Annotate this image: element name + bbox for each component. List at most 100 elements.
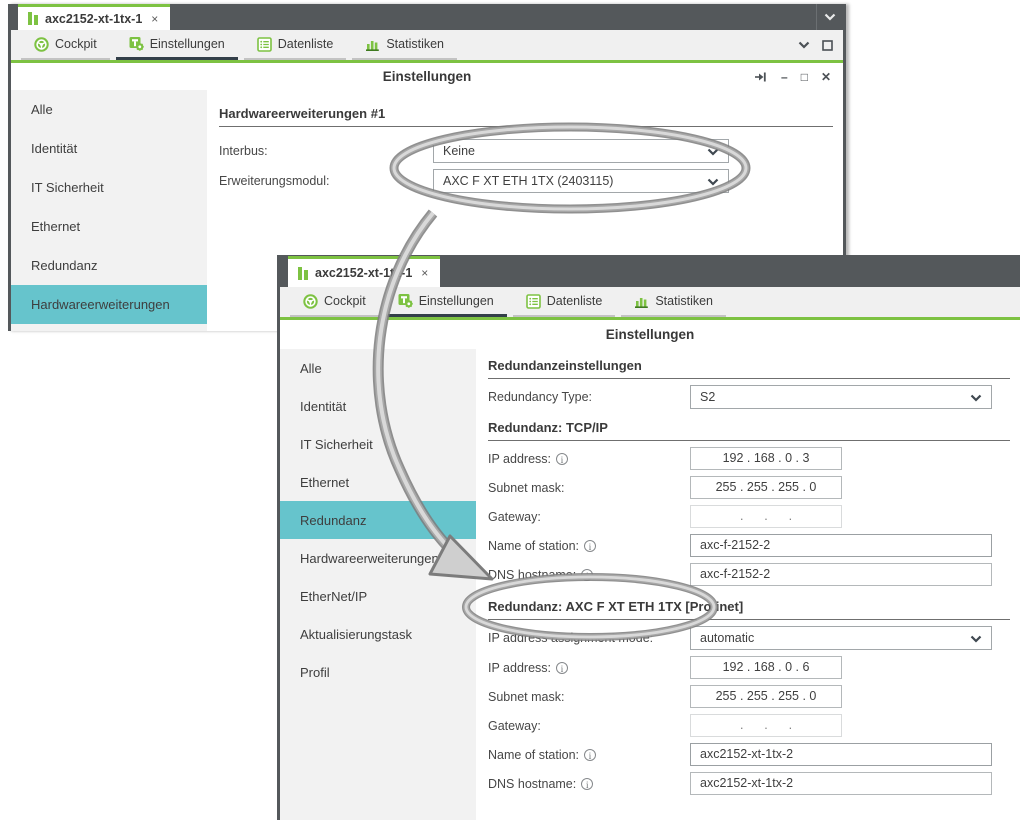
chevron-down-icon xyxy=(707,178,719,186)
tab-einstellungen-label: Einstellungen xyxy=(150,37,225,51)
tab-datenliste[interactable]: Datenliste xyxy=(244,30,347,60)
name-of-station-field[interactable]: axc-f-2152-2 xyxy=(690,534,992,557)
field-label: DNS hostname: xyxy=(488,777,576,791)
maximize-icon[interactable]: □ xyxy=(801,71,808,83)
select-value: S2 xyxy=(700,390,715,404)
dns-hostname-field[interactable]: axc-f-2152-2 xyxy=(690,563,992,586)
field-row-redundancy-type: Redundancy Type: S2 xyxy=(488,385,1010,409)
gateway-field[interactable]: . . . xyxy=(690,505,842,528)
tab-cockpit[interactable]: Cockpit xyxy=(21,30,110,60)
sidebar-item-ethernet-ip[interactable]: EtherNet/IP xyxy=(280,577,476,615)
select-value: automatic xyxy=(700,631,754,645)
info-icon[interactable]: i xyxy=(584,749,596,761)
close-icon[interactable]: ✕ xyxy=(821,71,831,83)
sidebar-item-hardwareerweiterungen[interactable]: Hardwareerweiterungen xyxy=(11,285,207,324)
sidebar-item-redundanz[interactable]: Redundanz xyxy=(11,246,207,285)
subnet-mask-field[interactable]: 255 . 255 . 255 . 0 xyxy=(690,685,842,708)
section-heading-redundanzeinstellungen: Redundanzeinstellungen xyxy=(488,358,1010,379)
field-label: Gateway: xyxy=(488,719,690,733)
tab-einstellungen[interactable]: Einstellungen xyxy=(385,287,507,317)
tab-strip: axc2152-xt-1tx-1 × xyxy=(280,255,1020,287)
field-row-ip-address: IP address: i 192 . 168 . 0 . 3 xyxy=(488,447,1010,470)
chevron-down-icon xyxy=(970,394,982,402)
panel-title: Einstellungen xyxy=(383,69,472,84)
panel-title: Einstellungen xyxy=(606,327,695,342)
ip-address-field[interactable]: 192 . 168 . 0 . 3 xyxy=(690,447,842,470)
sidebar-item-ethernet[interactable]: Ethernet xyxy=(11,207,207,246)
sidebar-item-alle[interactable]: Alle xyxy=(280,349,476,387)
sidebar-item-aktualisierungstask[interactable]: Aktualisierungstask xyxy=(280,615,476,653)
field-label: IP address: xyxy=(488,661,551,675)
erweiterungsmodul-select[interactable]: AXC F XT ETH 1TX (2403115) xyxy=(433,169,729,193)
sidebar-item-hardwareerweiterungen[interactable]: Hardwareerweiterungen xyxy=(280,539,476,577)
tab-statistiken[interactable]: Statistiken xyxy=(621,287,726,317)
redundancy-type-select[interactable]: S2 xyxy=(690,385,992,409)
sidebar-item-identitaet[interactable]: Identität xyxy=(280,387,476,425)
tab-list-chevron-button[interactable] xyxy=(816,4,843,30)
sidebar-item-alle[interactable]: Alle xyxy=(11,90,207,129)
field-label: Name of station: xyxy=(488,539,579,553)
settings-icon xyxy=(398,293,413,308)
tab-statistiken-label: Statistiken xyxy=(655,294,713,308)
info-icon[interactable]: i xyxy=(556,662,568,674)
info-icon[interactable]: i xyxy=(584,540,596,552)
sidebar-item-identitaet[interactable]: Identität xyxy=(11,129,207,168)
info-icon[interactable]: i xyxy=(581,778,593,790)
device-icon xyxy=(298,267,308,280)
info-icon[interactable]: i xyxy=(556,453,568,465)
select-value: Keine xyxy=(443,144,475,158)
field-label: Subnet mask: xyxy=(488,481,690,495)
tab-datenliste[interactable]: Datenliste xyxy=(513,287,616,317)
field-row-ip-address: IP address: i 192 . 168 . 0 . 6 xyxy=(488,656,1010,679)
chevron-down-icon xyxy=(970,635,982,643)
field-row-ip-assignment-mode: IP address assignment mode: automatic xyxy=(488,626,1010,650)
device-tab[interactable]: axc2152-xt-1tx-1 × xyxy=(288,256,440,287)
device-tab-label: axc2152-xt-1tx-1 xyxy=(315,266,412,280)
device-tab-label: axc2152-xt-1tx-1 xyxy=(45,12,142,26)
ip-assignment-mode-select[interactable]: automatic xyxy=(690,626,992,650)
tab-cockpit[interactable]: Cockpit xyxy=(290,287,379,317)
settings-sidebar: Alle Identität IT Sicherheit Ethernet Re… xyxy=(11,90,207,331)
toolbar-right-controls xyxy=(798,30,843,60)
sidebar-item-profil[interactable]: Profil xyxy=(280,653,476,691)
field-label: Name of station: xyxy=(488,748,579,762)
minimize-icon[interactable]: – xyxy=(781,71,788,83)
field-label: DNS hostname: xyxy=(488,568,576,582)
tab-close-icon[interactable]: × xyxy=(151,12,158,26)
sidebar-item-ethernet[interactable]: Ethernet xyxy=(280,463,476,501)
statistics-icon xyxy=(634,294,649,309)
sidebar-item-it-sicherheit[interactable]: IT Sicherheit xyxy=(280,425,476,463)
name-of-station-field[interactable]: axc2152-xt-1tx-2 xyxy=(690,743,992,766)
field-row-interbus: Interbus: Keine xyxy=(219,139,833,163)
cockpit-icon xyxy=(303,294,318,309)
field-row-gateway: Gateway: . . . xyxy=(488,505,1010,528)
field-label: Interbus: xyxy=(219,144,433,158)
chevron-down-icon[interactable] xyxy=(798,41,810,49)
field-row-gateway: Gateway: . . . xyxy=(488,714,1010,737)
chevron-down-icon xyxy=(707,148,719,156)
tab-statistiken[interactable]: Statistiken xyxy=(352,30,457,60)
field-label: Subnet mask: xyxy=(488,690,690,704)
sidebar-item-it-sicherheit[interactable]: IT Sicherheit xyxy=(11,168,207,207)
interbus-select[interactable]: Keine xyxy=(433,139,729,163)
info-icon[interactable]: i xyxy=(581,569,593,581)
field-label: Redundancy Type: xyxy=(488,390,690,404)
statistics-icon xyxy=(365,37,380,52)
tab-close-icon[interactable]: × xyxy=(421,266,428,280)
editor-toolbar: Cockpit Einstellungen Datenliste xyxy=(11,30,843,60)
gateway-field[interactable]: . . . xyxy=(690,714,842,737)
tab-datenliste-label: Datenliste xyxy=(278,37,334,51)
sidebar-item-redundanz[interactable]: Redundanz xyxy=(280,501,476,539)
field-row-erweiterungsmodul: Erweiterungsmodul: AXC F XT ETH 1TX (240… xyxy=(219,169,833,193)
maximize-panel-icon[interactable] xyxy=(822,40,833,51)
dns-hostname-field[interactable]: axc2152-xt-1tx-2 xyxy=(690,772,992,795)
device-tab[interactable]: axc2152-xt-1tx-1 × xyxy=(18,4,170,30)
subnet-mask-field[interactable]: 255 . 255 . 255 . 0 xyxy=(690,476,842,499)
field-label: Gateway: xyxy=(488,510,690,524)
tab-cockpit-label: Cockpit xyxy=(55,37,97,51)
field-row-name-of-station: Name of station: i axc2152-xt-1tx-2 xyxy=(488,743,1010,766)
ip-address-field[interactable]: 192 . 168 . 0 . 6 xyxy=(690,656,842,679)
tab-einstellungen[interactable]: Einstellungen xyxy=(116,30,238,60)
panel-titlebar: Einstellungen xyxy=(280,320,1020,349)
pin-icon[interactable] xyxy=(754,71,768,83)
